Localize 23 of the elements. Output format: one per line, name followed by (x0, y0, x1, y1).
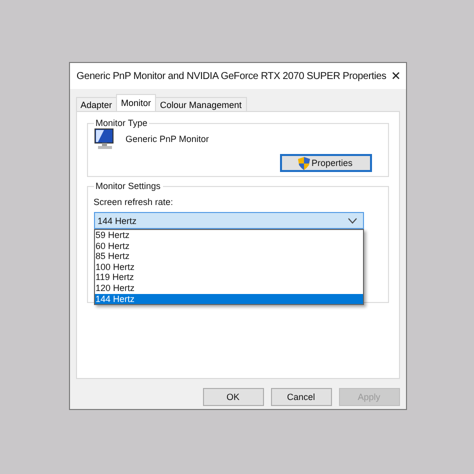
tab[interactable]: Monitor (116, 94, 156, 111)
group-title: Monitor Settings (94, 181, 162, 191)
dropdown-option[interactable]: 144 Hertz (94, 294, 362, 304)
dialog-button[interactable]: Cancel (270, 388, 332, 406)
tab[interactable]: Adapter (76, 97, 118, 111)
dialog-button[interactable]: OK (202, 388, 264, 406)
dropdown-option[interactable]: 59 Hertz (94, 230, 362, 241)
dropdown-option[interactable]: 120 Hertz (94, 282, 362, 294)
dropdown-option[interactable]: 85 Hertz (94, 251, 362, 262)
tab[interactable]: Colour Management (155, 97, 247, 111)
dropdown-option[interactable]: 100 Hertz (94, 262, 362, 272)
monitor-name: Generic PnP Monitor (126, 134, 209, 144)
properties-button[interactable]: Properties (280, 154, 372, 172)
dropdown-option[interactable]: 60 Hertz (94, 240, 362, 252)
shield-icon (298, 156, 310, 170)
group-title: Monitor Type (94, 118, 148, 128)
monitor-icon (94, 128, 116, 150)
dropdown-option[interactable]: 119 Hertz (94, 272, 362, 283)
chevron-down-icon (348, 218, 356, 224)
field-label: Screen refresh rate: (94, 197, 174, 207)
refresh-rate-dropdown[interactable]: 144 Hertz (94, 212, 364, 229)
window-title: Generic PnP Monitor and NVIDIA GeForce RTX 2070 SUPER Properties (76, 70, 386, 82)
close-button[interactable]: ✕ (386, 63, 406, 89)
